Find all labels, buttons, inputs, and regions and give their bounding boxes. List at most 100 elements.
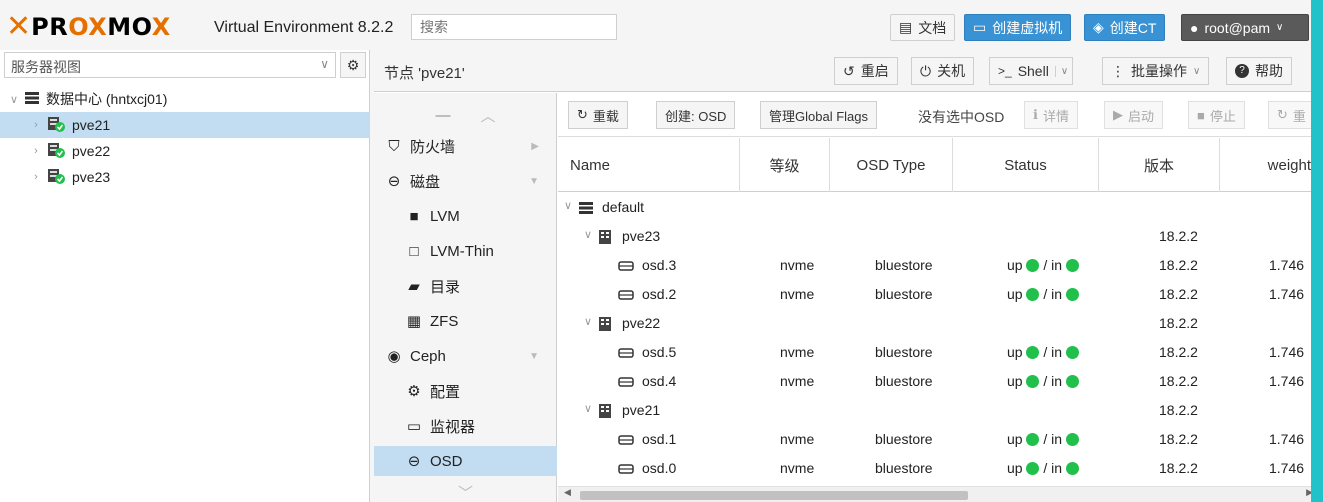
scrollbar-thumb[interactable] [580, 491, 968, 500]
user-menu-button[interactable]: ● root@pam ∨ [1181, 14, 1309, 41]
status-badge: up / in [1007, 373, 1079, 389]
create-osd-button[interactable]: 创建: OSD [656, 101, 736, 129]
ceph-icon: ◉ [387, 348, 401, 365]
reload-icon: ↻ [1277, 107, 1288, 122]
product-version: Virtual Environment 8.2.2 [214, 19, 394, 36]
nav-item-monitor[interactable]: ▭ 监视器 [374, 411, 557, 441]
table-row[interactable]: ∨ pve22 18.2.2 [558, 309, 1323, 338]
disk-icon [618, 258, 634, 275]
view-select[interactable]: 服务器视图 ∨ [4, 52, 336, 78]
node-online-icon [46, 142, 66, 161]
table-row[interactable]: osd.4 nvme bluestore up / in 18.2.2 1.74… [558, 367, 1323, 396]
osd-toolbar: ↻ 重载 创建: OSD 管理Global Flags 没有选中OSD ℹ 详情… [558, 93, 1323, 137]
disk-icon: ⊖ [407, 453, 421, 470]
nav-item-disks[interactable]: ⊖ 磁盘 ▼ [374, 166, 557, 196]
col-header-name[interactable]: Name [558, 138, 740, 192]
manage-global-flags-button[interactable]: 管理Global Flags [760, 101, 877, 129]
nav-item-config[interactable]: ⚙ 配置 [374, 376, 557, 406]
nav-item-firewall[interactable]: ⛉ 防火墙 ▶ [374, 131, 557, 161]
table-row[interactable]: osd.1 nvme bluestore up / in 18.2.2 1.74… [558, 425, 1323, 454]
horizontal-scrollbar[interactable]: ◀ ▶ [558, 486, 1323, 502]
chevron-left-icon[interactable]: ◀ [564, 487, 571, 498]
tree-item-pve21[interactable]: › pve21 [0, 112, 370, 138]
tree-item-pve23[interactable]: › pve23 [0, 164, 370, 190]
in-status-dot-icon [1065, 259, 1079, 272]
search-input[interactable] [411, 14, 617, 40]
create-vm-button[interactable]: ▭ 创建虚拟机 [964, 14, 1072, 41]
folder-icon: ▰ [408, 278, 420, 295]
chevron-down-icon: ∨ [584, 229, 593, 241]
up-arrow-icon [1026, 375, 1040, 388]
table-row[interactable]: osd.2 nvme bluestore up / in 18.2.2 1.74… [558, 280, 1323, 309]
window-edge [1311, 0, 1323, 502]
page-title: 节点 'pve21' [384, 65, 465, 82]
shutdown-button[interactable]: ⏻ 关机 [911, 57, 975, 85]
table-row[interactable]: osd.5 nvme bluestore up / in 18.2.2 1.74… [558, 338, 1323, 367]
gear-icon: ⚙ [407, 383, 421, 400]
nav-item-lvm-thin[interactable]: □ LVM-Thin [374, 236, 557, 266]
reboot-button[interactable]: ↺ 重启 [834, 57, 898, 85]
chevron-down-icon: ∨ [564, 200, 573, 212]
bulk-actions-button[interactable]: ⋮ 批量操作 ∨ [1102, 57, 1210, 85]
square-outline-icon: □ [409, 242, 419, 260]
nav-item-directory[interactable]: ▰ 目录 [374, 271, 557, 301]
chevron-right-icon: › [34, 119, 38, 131]
col-header-class[interactable]: 等级 [740, 138, 830, 192]
help-icon: ? [1235, 64, 1249, 78]
help-button[interactable]: ? 帮助 [1226, 57, 1292, 85]
up-arrow-icon [1026, 259, 1040, 272]
col-header-status[interactable]: Status [953, 138, 1099, 192]
play-icon: ▶ [1113, 107, 1123, 122]
nav-scroll-down[interactable]: ﹀ [374, 477, 557, 502]
selection-status: 没有选中OSD [918, 109, 1005, 125]
shell-button[interactable]: >_ Shell ∨ [989, 57, 1074, 85]
book-icon: ▤ [899, 19, 913, 35]
col-header-version[interactable]: 版本 [1099, 138, 1220, 192]
monitor-icon: ▭ [406, 418, 422, 435]
building-icon [598, 316, 612, 335]
node-online-icon [46, 168, 66, 187]
table-row[interactable]: ∨ pve21 18.2.2 [558, 396, 1323, 425]
chevron-down-icon: ∨ [9, 93, 19, 106]
user-icon: ● [1190, 19, 1199, 36]
proxmox-logo[interactable]: ✕ PROXMOX [6, 12, 171, 42]
up-arrow-icon [1026, 462, 1040, 475]
status-badge: up / in [1007, 344, 1079, 360]
create-ct-button[interactable]: ◈ 创建CT [1084, 14, 1166, 41]
disk-icon [618, 461, 634, 478]
nav-item-zfs[interactable]: ▦ ZFS [374, 306, 557, 336]
nav-item-lvm[interactable]: ■ LVM [374, 201, 557, 231]
power-icon: ⏻ [920, 62, 932, 79]
tree-item-pve22[interactable]: › pve22 [0, 138, 370, 164]
chevron-up-icon: ︿ [480, 107, 496, 125]
in-status-dot-icon [1065, 375, 1079, 388]
start-button[interactable]: ▶ 启动 [1104, 101, 1164, 129]
status-badge: up / in [1007, 257, 1079, 273]
reload-button[interactable]: ↻ 重载 [568, 101, 628, 129]
docs-button[interactable]: ▤ 文档 [890, 14, 956, 41]
proxmox-x-icon: ✕ [6, 9, 32, 44]
table-row[interactable]: ∨ pve23 18.2.2 [558, 222, 1323, 251]
nav-item-ceph[interactable]: ◉ Ceph ▼ [374, 341, 557, 371]
disk-icon: ⊖ [387, 173, 401, 190]
table-row[interactable]: osd.0 nvme bluestore up / in 18.2.2 1.74… [558, 454, 1323, 483]
in-status-dot-icon [1065, 433, 1079, 446]
chevron-down-icon: ▼ [529, 175, 539, 187]
col-header-weight[interactable]: weight [1220, 138, 1323, 192]
chevron-right-icon: › [34, 171, 38, 183]
main-panel: 节点 'pve21' ↺ 重启 ⏻ 关机 >_ Shell ∨ ⋮ 批量操作 ∨… [374, 50, 1323, 502]
restart-button[interactable]: ↻ 重 [1268, 101, 1315, 129]
tree-item-datacenter[interactable]: ∨ 数据中心 (hntxcj01) [0, 86, 370, 112]
nav-item-osd[interactable]: ⊖ OSD [374, 446, 557, 476]
shield-icon: ⛉ [388, 137, 400, 155]
grid-icon: ▦ [406, 313, 422, 330]
chevron-down-icon: ▼ [529, 350, 539, 362]
col-header-osd-type[interactable]: OSD Type [830, 138, 953, 192]
table-row[interactable]: osd.3 nvme bluestore up / in 18.2.2 1.74… [558, 251, 1323, 280]
gear-button[interactable]: ⚙ [340, 52, 366, 78]
reload-icon: ↺ [843, 62, 855, 79]
server-rack-icon [24, 91, 40, 108]
details-button[interactable]: ℹ 详情 [1024, 101, 1078, 129]
stop-button[interactable]: ■ 停止 [1188, 101, 1245, 129]
table-row[interactable]: ∨ default [558, 193, 1323, 222]
